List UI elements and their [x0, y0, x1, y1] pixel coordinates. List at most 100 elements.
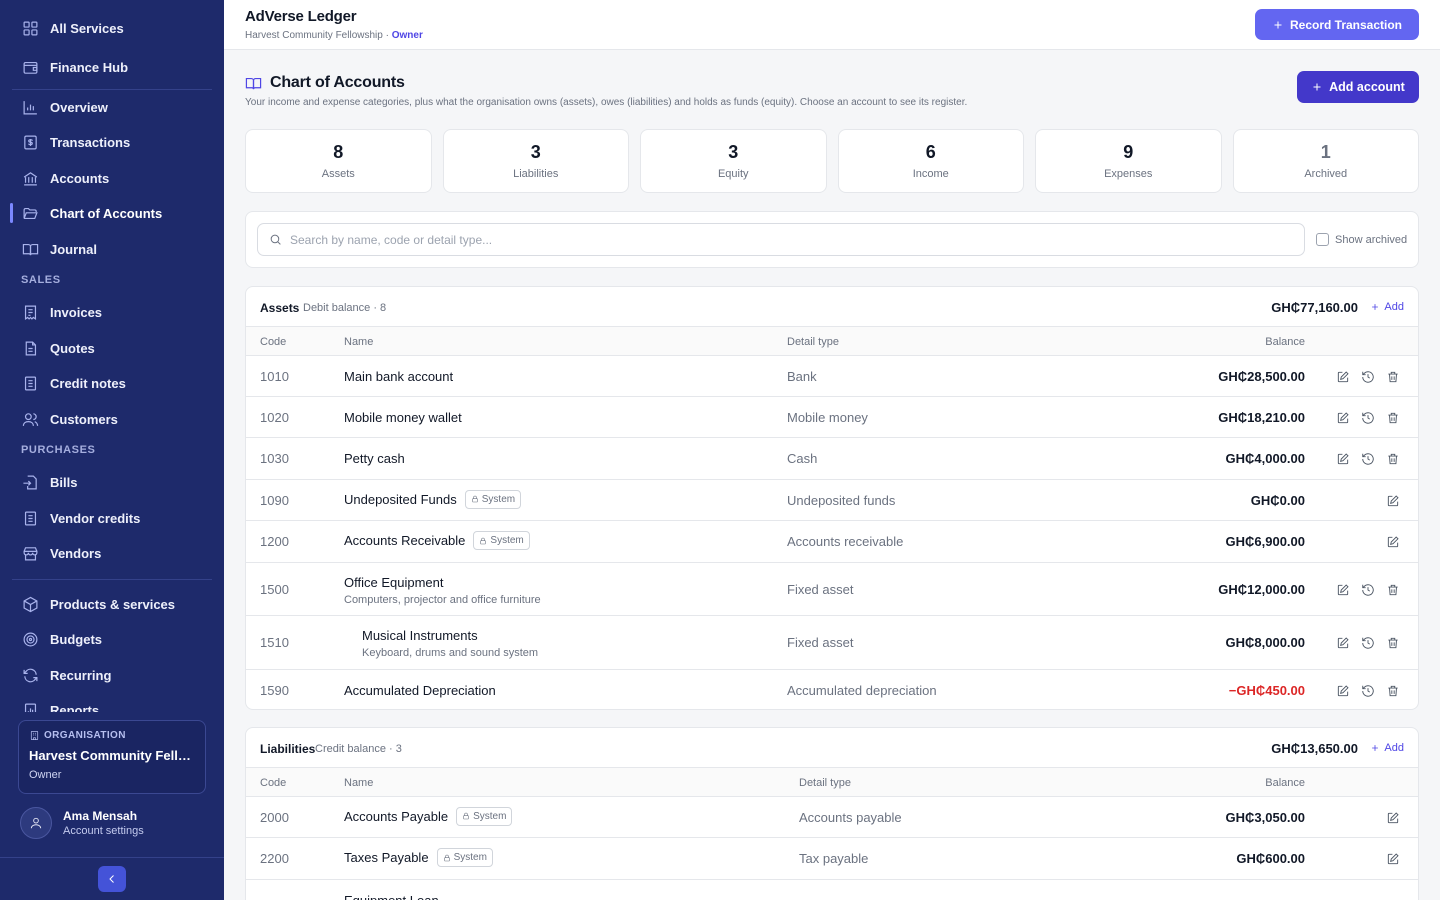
- view-history-button[interactable]: [1361, 370, 1375, 384]
- table-row[interactable]: 2200 Taxes Payable System Tax payable GH₵600…: [246, 838, 1418, 880]
- edit-icon: [1386, 852, 1400, 866]
- package-icon: [21, 595, 39, 613]
- user-menu[interactable]: Ama Mensah Account settings: [20, 807, 144, 839]
- delete-account-button[interactable]: [1386, 583, 1400, 597]
- edit-account-button[interactable]: [1336, 583, 1350, 597]
- table-row[interactable]: 1090 Undeposited Funds System Undeposited f…: [246, 480, 1418, 521]
- sidebar-item-credit-notes[interactable]: Credit notes: [12, 367, 212, 399]
- table-row[interactable]: 1510 Musical Instruments Keyboard, drums a…: [246, 616, 1418, 670]
- sidebar-item-vendor-credits[interactable]: Vendor credits: [12, 502, 212, 534]
- organisation-card[interactable]: ORGANISATION Harvest Community Fello... …: [18, 720, 206, 794]
- add-account-button[interactable]: Add account: [1297, 71, 1419, 103]
- table-row[interactable]: 1020 Mobile money wallet Mobile money GH₵18…: [246, 397, 1418, 438]
- stat-card-liabilities[interactable]: 3 Liabilities: [442, 129, 629, 193]
- edit-account-button[interactable]: [1386, 494, 1400, 508]
- table-row[interactable]: 2000 Accounts Payable System Accounts payab…: [246, 797, 1418, 838]
- view-history-button[interactable]: [1361, 684, 1375, 698]
- table-row[interactable]: 1590 Accumulated Depreciation Accumulated …: [246, 670, 1418, 709]
- table-row[interactable]: 1200 Accounts Receivable System Accounts re…: [246, 521, 1418, 563]
- edit-account-button[interactable]: [1336, 411, 1350, 425]
- edit-account-button[interactable]: [1336, 370, 1350, 384]
- view-history-button[interactable]: [1361, 452, 1375, 466]
- sidebar-item-transactions[interactable]: Transactions: [12, 126, 212, 158]
- search-input[interactable]: [290, 232, 1190, 247]
- add-liability-button[interactable]: Add: [1370, 742, 1404, 754]
- view-history-button[interactable]: [1361, 636, 1375, 650]
- trash-icon: [1386, 684, 1400, 698]
- account-name-cell: Mobile money wallet: [344, 410, 462, 425]
- edit-account-button[interactable]: [1336, 452, 1350, 466]
- trash-icon: [1386, 452, 1400, 466]
- delete-account-button[interactable]: [1386, 684, 1400, 698]
- sidebar-item-reports[interactable]: Reports: [12, 694, 212, 712]
- delete-account-button[interactable]: [1386, 636, 1400, 650]
- collapse-sidebar-button[interactable]: [98, 866, 126, 892]
- stat-card-expenses[interactable]: 9 Expenses: [1035, 129, 1222, 193]
- account-balance: GH₵12,000.00: [1218, 581, 1305, 597]
- sidebar-item-products-services[interactable]: Products & services: [12, 588, 212, 620]
- sidebar-item-label: Invoices: [50, 304, 103, 320]
- user-name: Ama Mensah: [63, 809, 138, 823]
- edit-account-button[interactable]: [1386, 852, 1400, 866]
- sidebar-item-overview[interactable]: Overview: [12, 91, 212, 123]
- edit-account-button[interactable]: [1336, 684, 1350, 698]
- table-row[interactable]: 1500 Office Equipment Computers, projector…: [246, 563, 1418, 616]
- edit-icon: [1336, 370, 1350, 384]
- stat-card-assets[interactable]: 8 Assets: [245, 129, 432, 193]
- sidebar-item-chart-of-accounts[interactable]: Chart of Accounts: [10, 197, 212, 229]
- folder-open-icon: [21, 204, 39, 222]
- edit-account-button[interactable]: [1386, 811, 1400, 825]
- view-history-button[interactable]: [1361, 411, 1375, 425]
- stat-card-archived[interactable]: 1 Archived: [1232, 129, 1419, 193]
- sidebar-item-label: Bills: [50, 474, 78, 490]
- column-detail-type: Detail type: [799, 777, 851, 789]
- edit-account-button[interactable]: [1336, 636, 1350, 650]
- sidebar-item-all-services[interactable]: All Services: [12, 12, 212, 44]
- record-transaction-button[interactable]: Record Transaction: [1255, 9, 1419, 40]
- main-content: AdVerse Ledger Harvest Community Fellows…: [224, 0, 1440, 900]
- app-title: AdVerse Ledger: [245, 8, 357, 25]
- table-row[interactable]: 1010 Main bank account Bank GH₵28,500.00: [246, 356, 1418, 397]
- edit-account-button[interactable]: [1386, 535, 1400, 549]
- sidebar-item-recurring[interactable]: Recurring: [12, 659, 212, 691]
- delete-account-button[interactable]: [1386, 370, 1400, 384]
- account-name-cell: Main bank account: [344, 369, 453, 384]
- plus-icon: [1372, 304, 1379, 310]
- sidebar-item-bills[interactable]: Bills: [12, 466, 212, 498]
- bank-icon: [21, 169, 39, 187]
- sidebar-section-purchases: PURCHASES: [21, 444, 96, 456]
- edit-icon: [1386, 811, 1400, 825]
- account-group-assets: Assets Debit balance · 8 GH₵77,160.00 Ad…: [245, 286, 1419, 710]
- row-actions: [1386, 852, 1400, 866]
- account-name: Accounts Payable: [344, 808, 449, 824]
- stat-card-equity[interactable]: 3 Equity: [640, 129, 827, 193]
- sidebar-item-invoices[interactable]: Invoices: [12, 296, 212, 328]
- view-history-button[interactable]: [1361, 583, 1375, 597]
- page-description: Your income and expense categories, plus…: [245, 97, 968, 108]
- show-archived-toggle[interactable]: Show archived: [1316, 233, 1407, 246]
- table-row[interactable]: 1030 Petty cash Cash GH₵4,000.00: [246, 438, 1418, 480]
- sidebar-item-journal[interactable]: Journal: [12, 233, 212, 265]
- sidebar-nav: All Services Finance Hub Overview Transa…: [0, 0, 224, 712]
- show-archived-label: Show archived: [1335, 233, 1408, 246]
- history-icon: [1361, 583, 1375, 597]
- stat-card-income[interactable]: 6 Income: [837, 129, 1024, 193]
- sidebar-item-finance-hub[interactable]: Finance Hub: [12, 51, 212, 83]
- account-name-cell: Petty cash: [344, 451, 405, 466]
- table-row[interactable]: Equipment Loan: [246, 880, 1418, 900]
- account-settings-link[interactable]: Account settings: [63, 825, 144, 837]
- delete-account-button[interactable]: [1386, 452, 1400, 466]
- trash-icon: [1386, 636, 1400, 650]
- column-balance: Balance: [1265, 336, 1305, 348]
- account-name-cell: Taxes Payable System: [344, 848, 493, 867]
- delete-account-button[interactable]: [1386, 411, 1400, 425]
- sidebar-item-accounts[interactable]: Accounts: [12, 162, 212, 194]
- sidebar-item-budgets[interactable]: Budgets: [12, 623, 212, 655]
- sidebar-item-quotes[interactable]: Quotes: [12, 332, 212, 364]
- show-archived-checkbox[interactable]: [1316, 233, 1329, 246]
- sidebar-item-vendors[interactable]: Vendors: [12, 537, 212, 569]
- account-description: Computers, projector and office furnitur…: [344, 593, 541, 606]
- row-actions: [1386, 811, 1400, 825]
- sidebar-item-customers[interactable]: Customers: [12, 403, 212, 435]
- add-asset-button[interactable]: Add: [1370, 301, 1404, 313]
